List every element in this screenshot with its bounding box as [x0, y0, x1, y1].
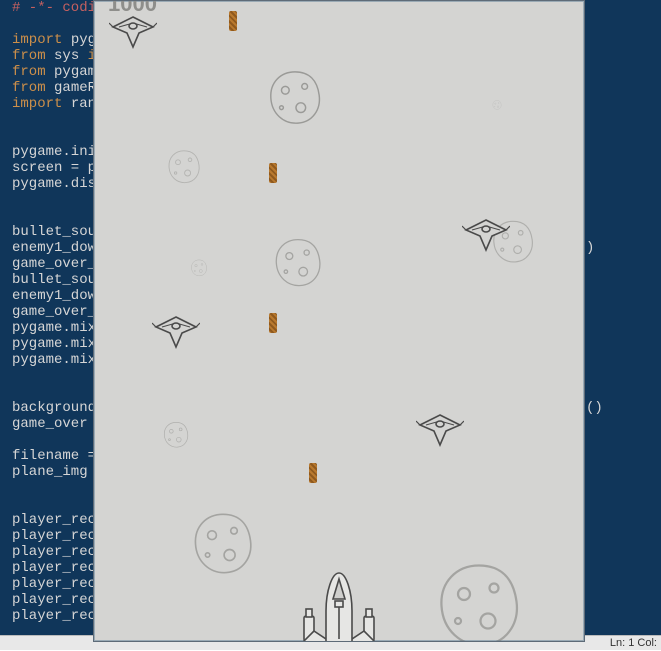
game-window[interactable]: 1000	[93, 0, 585, 642]
enemy-ship	[152, 313, 200, 349]
code-tail: )	[586, 240, 594, 256]
bullet	[229, 11, 237, 31]
enemy-ship	[109, 13, 157, 49]
asteroid	[266, 69, 324, 127]
player-ship[interactable]	[294, 571, 384, 642]
asteroid	[272, 237, 324, 289]
bullet	[269, 163, 277, 183]
asteroid	[166, 149, 202, 185]
enemy-ship	[416, 411, 464, 447]
code-tail: ()	[586, 400, 603, 416]
asteroid	[190, 259, 208, 277]
enemy-ship	[462, 216, 510, 252]
asteroid	[492, 99, 502, 109]
asteroid	[190, 511, 256, 577]
bullet	[309, 463, 317, 483]
cursor-status: Ln: 1 Col:	[610, 637, 657, 649]
asteroid	[162, 421, 190, 449]
asteroid	[434, 561, 524, 642]
bullet	[269, 313, 277, 333]
